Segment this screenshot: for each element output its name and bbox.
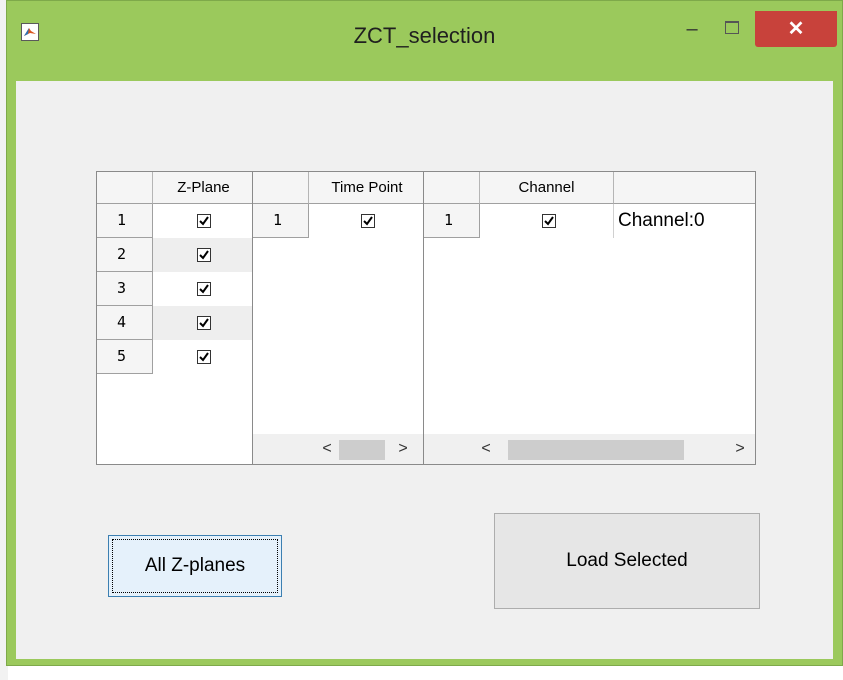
scroll-left-icon[interactable]: < — [317, 434, 337, 464]
zplane-row — [153, 204, 252, 238]
time-corner-header — [253, 172, 309, 204]
channel-row-header[interactable]: 1 — [424, 204, 480, 238]
channel-corner-header — [424, 172, 480, 204]
channel-row — [480, 204, 614, 238]
maximize-icon — [725, 21, 739, 34]
load-selected-button[interactable]: Load Selected — [494, 513, 760, 609]
zplane-row-header[interactable]: 5 — [97, 340, 153, 374]
zplane-row — [153, 306, 252, 340]
scrollbar-thumb[interactable] — [508, 440, 684, 460]
zplane-checkbox[interactable] — [197, 350, 211, 364]
time-point-checkbox[interactable] — [361, 214, 375, 228]
channel-table[interactable]: Channel 1 Channel:0 < > — [423, 171, 756, 465]
zplane-row-header[interactable]: 2 — [97, 238, 153, 272]
zplane-checkbox[interactable] — [197, 214, 211, 228]
channel-name-column-header[interactable] — [614, 172, 755, 204]
zplane-row — [153, 340, 252, 374]
minimize-icon: – — [686, 18, 698, 40]
load-selected-label: Load Selected — [566, 550, 688, 571]
close-icon: ✕ — [787, 18, 805, 40]
zplane-column-header[interactable]: Z-Plane — [153, 172, 252, 204]
zplane-table[interactable]: Z-Plane 1 2 3 4 5 — [96, 171, 253, 465]
scroll-left-icon[interactable]: < — [476, 434, 496, 464]
zplane-row-header[interactable]: 1 — [97, 204, 153, 238]
zplane-row-header[interactable]: 4 — [97, 306, 153, 340]
zplane-checkbox[interactable] — [197, 248, 211, 262]
zplane-checkbox[interactable] — [197, 282, 211, 296]
time-point-column-header[interactable]: Time Point — [309, 172, 423, 204]
zplane-row — [153, 238, 252, 272]
focus-ring — [112, 539, 278, 593]
time-row — [309, 204, 423, 238]
scroll-right-icon[interactable]: > — [730, 434, 750, 464]
channel-checkbox[interactable] — [542, 214, 556, 228]
time-row-header[interactable]: 1 — [253, 204, 309, 238]
zplane-corner-header — [97, 172, 153, 204]
scrollbar-thumb[interactable] — [339, 440, 385, 460]
zplane-row — [153, 272, 252, 306]
all-z-planes-button[interactable]: All Z-planes — [108, 535, 282, 597]
scroll-right-icon[interactable]: > — [393, 434, 413, 464]
channel-name: Channel:0 — [618, 210, 705, 231]
time-point-table[interactable]: Time Point 1 < > — [252, 171, 424, 465]
title-bar[interactable]: ZCT_selection – ✕ — [7, 1, 842, 81]
minimize-button[interactable]: – — [671, 11, 713, 47]
zct-selection-window: ZCT_selection – ✕ Z-Plane 1 2 3 4 5 Time… — [6, 0, 843, 666]
channel-column-header[interactable]: Channel — [480, 172, 614, 204]
zplane-row-header[interactable]: 3 — [97, 272, 153, 306]
maximize-button[interactable] — [712, 11, 754, 47]
channel-horizontal-scrollbar[interactable]: < > — [424, 434, 755, 464]
time-horizontal-scrollbar[interactable]: < > — [253, 434, 423, 464]
client-area: Z-Plane 1 2 3 4 5 Time Point 1 < > Chann… — [16, 81, 833, 659]
channel-name-cell[interactable]: Channel:0 — [614, 204, 755, 238]
close-button[interactable]: ✕ — [755, 11, 837, 47]
zplane-checkbox[interactable] — [197, 316, 211, 330]
